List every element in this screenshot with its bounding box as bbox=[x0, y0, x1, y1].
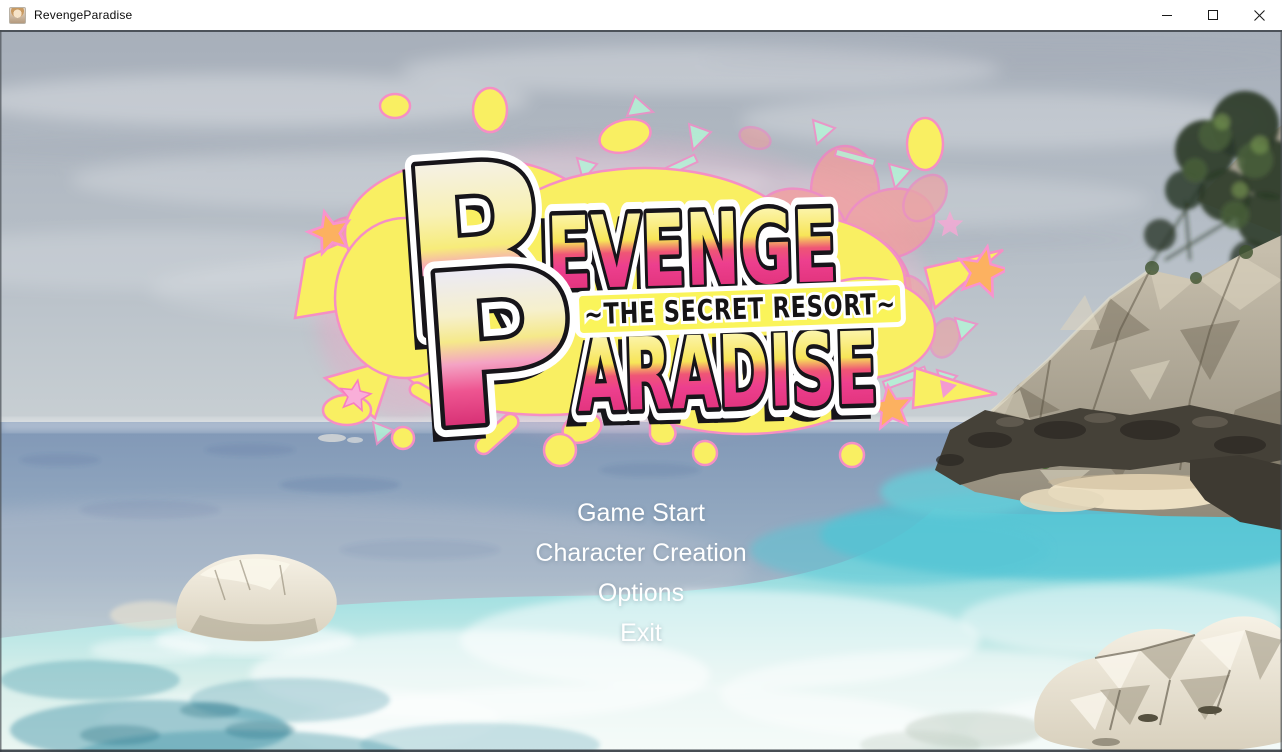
minimize-icon bbox=[1161, 9, 1173, 21]
window-edge-top bbox=[0, 30, 1282, 32]
game-viewport: R R R EVENGE EVENGE EVENGE P P P ARADISE… bbox=[0, 30, 1282, 752]
window-title: RevengeParadise bbox=[34, 8, 132, 22]
star-pink-small bbox=[937, 211, 964, 236]
game-window: RevengeParadise bbox=[0, 0, 1282, 752]
menu-item-options[interactable]: Options bbox=[598, 573, 684, 613]
menu-item-character-creation[interactable]: Character Creation bbox=[535, 533, 746, 573]
logo-letter-p: P P P bbox=[406, 222, 585, 487]
maximize-icon bbox=[1207, 9, 1219, 21]
minimize-button[interactable] bbox=[1144, 0, 1190, 30]
titlebar: RevengeParadise bbox=[0, 0, 1282, 30]
close-icon bbox=[1253, 9, 1266, 22]
app-icon[interactable] bbox=[9, 7, 26, 24]
window-controls bbox=[1144, 0, 1282, 30]
close-button[interactable] bbox=[1236, 0, 1282, 30]
main-menu: Game Start Character Creation Options Ex… bbox=[0, 493, 1282, 653]
menu-item-game-start[interactable]: Game Start bbox=[577, 493, 705, 533]
maximize-button[interactable] bbox=[1190, 0, 1236, 30]
game-logo: R R R EVENGE EVENGE EVENGE P P P ARADISE… bbox=[285, 78, 1005, 488]
menu-item-exit[interactable]: Exit bbox=[620, 613, 662, 653]
svg-text:P: P bbox=[413, 222, 585, 477]
logo-subtitle-banner: ~THE SECRET RESORT~ bbox=[576, 282, 903, 335]
